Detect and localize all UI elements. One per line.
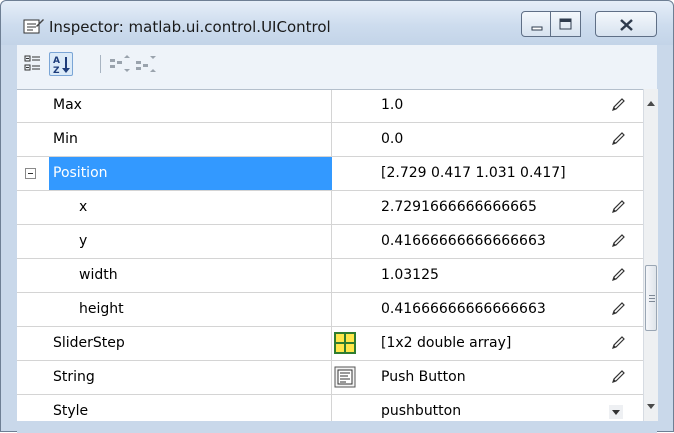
window-title: Inspector: matlab.ui.control.UIControl bbox=[49, 18, 331, 36]
property-name-cell[interactable]: Min bbox=[17, 123, 332, 156]
expand-all-button[interactable] bbox=[107, 52, 131, 76]
property-name: height bbox=[79, 301, 124, 317]
property-name-cell[interactable]: Position bbox=[17, 157, 332, 190]
property-value: 2.7291666666666665 bbox=[381, 199, 537, 215]
property-row[interactable]: Min 0.0 bbox=[17, 123, 643, 157]
title-bar[interactable]: Inspector: matlab.ui.control.UIControl bbox=[1, 1, 673, 45]
property-grid: Max 1.0 Min 0.0 Position [2.729 0.417 1.031 0… bbox=[17, 89, 643, 422]
close-icon bbox=[620, 19, 633, 31]
edit-pencil-icon[interactable] bbox=[610, 233, 626, 249]
property-value: [2.729 0.417 1.031 0.417] bbox=[381, 165, 566, 181]
property-row[interactable]: SliderStep [1x2 double array] bbox=[17, 327, 643, 361]
property-value: [1x2 double array] bbox=[381, 335, 512, 351]
sort-alphabetical-icon: A Z bbox=[53, 56, 70, 76]
edit-pencil-icon[interactable] bbox=[610, 131, 626, 147]
property-name: Min bbox=[53, 131, 78, 147]
window-bottom-border bbox=[17, 421, 657, 433]
svg-text:Z: Z bbox=[53, 66, 60, 76]
expand-all-icon bbox=[110, 55, 130, 72]
minimize-button[interactable] bbox=[521, 11, 551, 37]
categorized-view-button[interactable] bbox=[21, 52, 45, 76]
property-name-cell[interactable]: SliderStep bbox=[17, 327, 332, 360]
maximize-icon bbox=[559, 18, 572, 30]
inspector-app-icon bbox=[23, 19, 44, 34]
property-row[interactable]: y 0.41666666666666663 bbox=[17, 225, 643, 259]
svg-text:A: A bbox=[53, 56, 60, 66]
property-row[interactable]: Style pushbutton bbox=[17, 395, 643, 422]
property-row[interactable]: height 0.41666666666666663 bbox=[17, 293, 643, 327]
edit-pencil-icon[interactable] bbox=[610, 301, 626, 317]
toolbar-separator bbox=[100, 55, 101, 73]
edit-pencil-icon[interactable] bbox=[610, 267, 626, 283]
thumb-grip-line bbox=[649, 301, 655, 302]
property-row[interactable]: Max 1.0 bbox=[17, 90, 643, 123]
property-row[interactable]: Position [2.729 0.417 1.031 0.417] bbox=[17, 157, 643, 191]
property-name-cell[interactable]: String bbox=[17, 361, 332, 394]
property-row[interactable]: width 1.03125 bbox=[17, 259, 643, 293]
property-value: 0.41666666666666663 bbox=[381, 301, 546, 317]
property-value: pushbutton bbox=[381, 403, 462, 419]
property-name-cell[interactable]: x bbox=[17, 191, 332, 224]
thumb-grip-line bbox=[649, 295, 655, 296]
sort-alphabetical-button[interactable]: A Z bbox=[49, 52, 73, 76]
minimize-icon bbox=[531, 26, 543, 31]
property-name: y bbox=[79, 233, 88, 249]
property-name: Style bbox=[53, 403, 89, 419]
property-name-cell[interactable]: width bbox=[17, 259, 332, 292]
property-name: String bbox=[53, 369, 95, 385]
property-name: Position bbox=[53, 165, 108, 181]
property-row[interactable]: x 2.7291666666666665 bbox=[17, 191, 643, 225]
dropdown-arrow-icon[interactable] bbox=[609, 405, 623, 419]
property-name: SliderStep bbox=[53, 335, 125, 351]
collapse-toggle-icon[interactable] bbox=[25, 168, 36, 179]
edit-pencil-icon[interactable] bbox=[610, 97, 626, 113]
property-value: 1.03125 bbox=[381, 267, 439, 283]
property-name-cell[interactable]: height bbox=[17, 293, 332, 326]
property-name: Max bbox=[53, 97, 82, 113]
property-row[interactable]: String Push Button bbox=[17, 361, 643, 395]
property-name: x bbox=[79, 199, 88, 215]
scroll-up-arrow-icon[interactable] bbox=[646, 99, 656, 107]
scroll-down-arrow-icon[interactable] bbox=[646, 403, 656, 411]
inspector-window: Inspector: matlab.ui.control.UIControl A… bbox=[0, 0, 674, 433]
collapse-all-icon bbox=[136, 56, 156, 72]
text-editor-icon[interactable] bbox=[334, 366, 356, 388]
edit-pencil-icon[interactable] bbox=[610, 369, 626, 385]
maximize-button[interactable] bbox=[551, 11, 581, 37]
property-value: 1.0 bbox=[381, 97, 404, 113]
property-name-cell[interactable]: Max bbox=[17, 90, 332, 122]
array-editor-icon[interactable] bbox=[334, 332, 356, 354]
property-name: width bbox=[79, 267, 118, 283]
property-value: Push Button bbox=[381, 369, 466, 385]
collapse-all-button[interactable] bbox=[133, 52, 157, 76]
property-value: 0.0 bbox=[381, 131, 404, 147]
property-value: 0.41666666666666663 bbox=[381, 233, 546, 249]
edit-pencil-icon[interactable] bbox=[610, 335, 626, 351]
scrollbar-thumb[interactable] bbox=[645, 265, 657, 331]
vertical-scrollbar[interactable] bbox=[643, 89, 658, 421]
property-name-cell[interactable]: Style bbox=[17, 395, 332, 422]
property-name-cell[interactable]: y bbox=[17, 225, 332, 258]
categorized-view-icon bbox=[24, 55, 40, 71]
close-button[interactable] bbox=[595, 11, 657, 37]
thumb-grip-line bbox=[649, 298, 655, 299]
inspector-toolbar: A Z bbox=[17, 45, 657, 89]
edit-pencil-icon[interactable] bbox=[610, 199, 626, 215]
